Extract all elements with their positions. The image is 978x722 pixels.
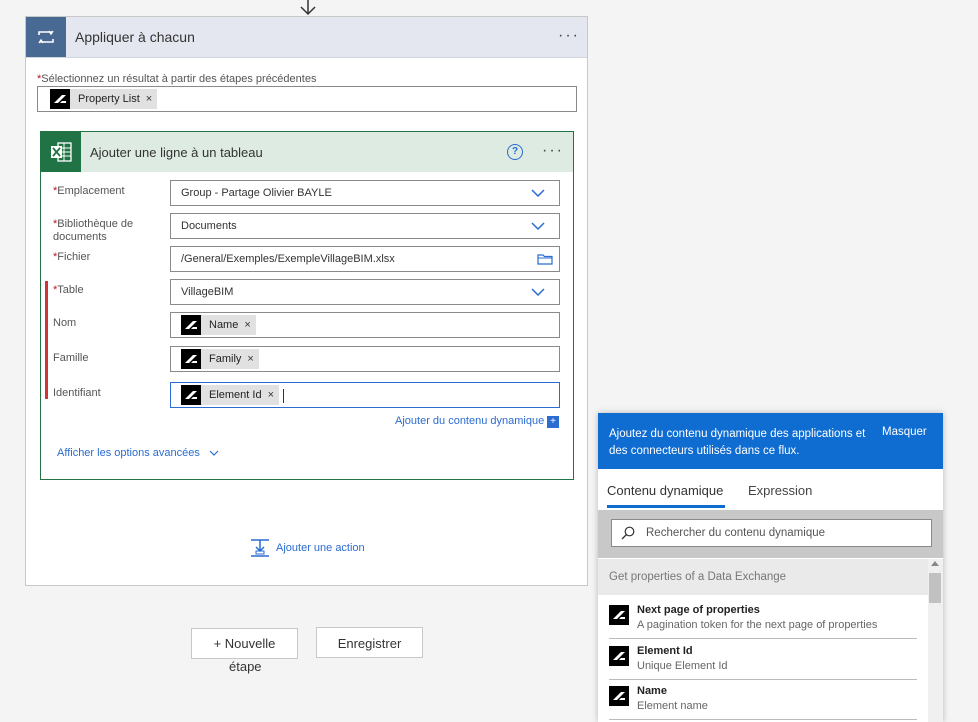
chevron-down-icon bbox=[531, 222, 545, 230]
remove-token-icon[interactable]: × bbox=[146, 93, 152, 105]
remove-token-icon[interactable]: × bbox=[244, 319, 250, 331]
tab-expression[interactable]: Expression bbox=[748, 483, 812, 498]
element-id-token[interactable]: Element Id × bbox=[181, 385, 280, 405]
arrow-down-icon bbox=[300, 0, 316, 16]
add-dynamic-content-link[interactable]: Ajouter du contenu dynamique bbox=[395, 415, 544, 427]
help-icon[interactable]: ? bbox=[507, 144, 523, 160]
group-header[interactable]: Get properties of a Data Exchange bbox=[598, 559, 928, 595]
autodesk-logo-icon bbox=[609, 686, 629, 706]
autodesk-logo-icon bbox=[181, 385, 201, 405]
autodesk-logo-icon bbox=[609, 605, 629, 625]
add-dynamic-content-icon[interactable]: + bbox=[547, 416, 559, 428]
remove-token-icon[interactable]: × bbox=[247, 353, 253, 365]
excel-icon bbox=[41, 132, 81, 172]
autodesk-logo-icon bbox=[609, 646, 629, 666]
identifier-field[interactable]: Element Id × bbox=[170, 382, 560, 408]
add-action-button[interactable]: Ajouter une action bbox=[250, 538, 365, 558]
location-label: *Emplacement bbox=[53, 185, 125, 197]
list-item[interactable]: Element Id Unique Element Id bbox=[609, 639, 917, 680]
select-output-field[interactable]: Property List × bbox=[37, 86, 577, 112]
add-action-icon bbox=[251, 539, 269, 557]
panel-description: Ajoutez du contenu dynamique des applica… bbox=[609, 428, 866, 457]
dynamic-content-panel: Ajoutez du contenu dynamique des applica… bbox=[598, 413, 943, 722]
search-icon bbox=[621, 526, 635, 540]
autodesk-logo-icon bbox=[50, 89, 70, 109]
autodesk-logo-icon bbox=[181, 349, 201, 369]
apply-to-each-title: Appliquer à chacun bbox=[75, 29, 195, 45]
hide-panel-link[interactable]: Masquer bbox=[882, 426, 927, 438]
new-step-button[interactable]: + Nouvelle bbox=[191, 628, 298, 659]
panel-header: Ajoutez du contenu dynamique des applica… bbox=[598, 413, 943, 469]
search-input[interactable]: Rechercher du contenu dynamique bbox=[611, 519, 932, 547]
scroll-up-icon[interactable] bbox=[931, 561, 939, 566]
text-cursor bbox=[283, 389, 284, 403]
remove-token-icon[interactable]: × bbox=[268, 389, 274, 401]
search-bar: Rechercher du contenu dynamique bbox=[598, 510, 943, 558]
property-list-token[interactable]: Property List × bbox=[50, 89, 158, 109]
add-row-title: Ajouter une ligne à un tableau bbox=[90, 145, 263, 160]
select-output-label: *Sélectionnez un résultat à partir des é… bbox=[37, 73, 317, 85]
family-label: Famille bbox=[53, 352, 89, 364]
identifier-label: Identifiant bbox=[53, 387, 101, 399]
library-dropdown[interactable]: Documents bbox=[170, 213, 560, 239]
add-row-header[interactable]: Ajouter une ligne à un tableau ? ··· bbox=[41, 132, 573, 172]
family-field[interactable]: Family × bbox=[170, 346, 560, 372]
tab-dynamic-content[interactable]: Contenu dynamique bbox=[607, 483, 723, 498]
scrollbar-thumb[interactable] bbox=[929, 573, 941, 603]
autodesk-logo-icon bbox=[181, 315, 201, 335]
file-label: *Fichier bbox=[53, 251, 91, 263]
name-token[interactable]: Name × bbox=[181, 315, 256, 335]
name-label: Nom bbox=[53, 317, 77, 329]
library-label: *Bibliothèque de documents bbox=[53, 218, 134, 243]
list-item[interactable]: Name Element name bbox=[609, 679, 917, 720]
table-label: *Table bbox=[53, 284, 84, 296]
new-step-button-label[interactable]: étape bbox=[229, 659, 262, 674]
add-row-card: Ajouter une ligne à un tableau ? ··· *Em… bbox=[40, 131, 574, 480]
folder-icon[interactable] bbox=[537, 253, 553, 265]
file-picker[interactable]: /General/Exemples/ExempleVillageBIM.xlsx bbox=[170, 246, 560, 272]
chevron-down-icon bbox=[209, 450, 219, 456]
name-field[interactable]: Name × bbox=[170, 312, 560, 338]
chevron-down-icon bbox=[531, 189, 545, 197]
validation-error-bar bbox=[45, 281, 48, 399]
more-options-icon[interactable]: ··· bbox=[558, 27, 580, 45]
apply-to-each-card: Appliquer à chacun ··· *Sélectionnez un … bbox=[25, 16, 588, 586]
apply-to-each-header[interactable]: Appliquer à chacun ··· bbox=[26, 17, 587, 58]
table-dropdown[interactable]: VillageBIM bbox=[170, 279, 560, 305]
save-button[interactable]: Enregistrer bbox=[316, 627, 423, 658]
active-tab-indicator bbox=[607, 505, 725, 508]
show-advanced-options-link[interactable]: Afficher les options avancées bbox=[57, 447, 219, 459]
loop-icon bbox=[26, 17, 66, 57]
family-token[interactable]: Family × bbox=[181, 349, 259, 369]
chevron-down-icon bbox=[531, 288, 545, 296]
list-item[interactable]: Next page of properties A pagination tok… bbox=[609, 598, 917, 639]
location-dropdown[interactable]: Group - Partage Olivier BAYLE bbox=[170, 180, 560, 206]
more-options-icon[interactable]: ··· bbox=[542, 142, 564, 160]
